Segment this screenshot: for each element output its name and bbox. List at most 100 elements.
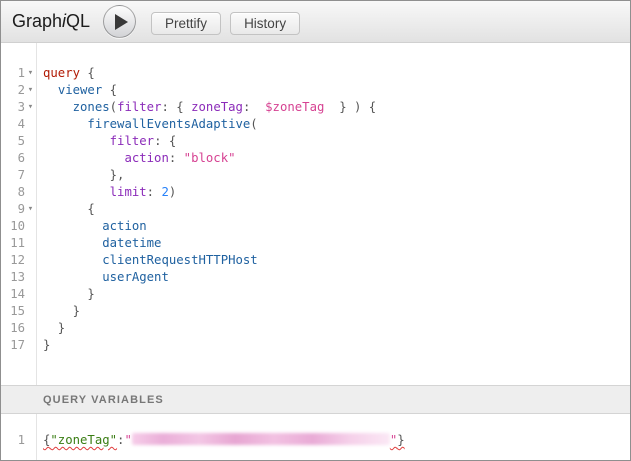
code-line: datetime <box>43 235 630 252</box>
code-line: }, <box>43 167 630 184</box>
code-token: userAgent <box>102 270 169 284</box>
gutter-line: 4 <box>1 116 36 133</box>
code-token: query <box>43 66 80 80</box>
code-line: query { <box>43 65 630 82</box>
gutter-line: 17 <box>1 337 36 354</box>
code-token: firewallEventsAdaptive <box>87 117 250 131</box>
code-token <box>43 83 58 97</box>
line-number: 4 <box>18 116 25 133</box>
code-line: viewer { <box>43 82 630 99</box>
code-line: action: "block" <box>43 150 630 167</box>
history-button[interactable]: History <box>230 12 300 35</box>
gutter-line: 12 <box>1 252 36 269</box>
line-number: 1 <box>18 432 25 449</box>
line-number: 5 <box>18 133 25 150</box>
line-number: 9 <box>18 201 25 218</box>
line-number: 13 <box>10 269 25 286</box>
line-number: 10 <box>10 218 25 235</box>
code-line: zones(filter: { zoneTag: $zoneTag } ) { <box>43 99 630 116</box>
code-token: action <box>102 219 146 233</box>
code-token: : <box>243 100 265 114</box>
logo-text-graph: Graph <box>12 11 62 31</box>
gutter-line: 10 <box>1 218 36 235</box>
line-number: 6 <box>18 150 25 167</box>
line-number: 1 <box>18 65 25 82</box>
line-number: 15 <box>10 303 25 320</box>
code-token <box>43 185 110 199</box>
gutter-line: 1 <box>1 432 36 449</box>
gutter-line: 6 <box>1 150 36 167</box>
code-line: } <box>43 320 630 337</box>
code-token: } ) { <box>324 100 376 114</box>
code-token: limit <box>110 185 147 199</box>
prettify-button[interactable]: Prettify <box>151 12 221 35</box>
code-token: : <box>169 151 184 165</box>
code-line: limit: 2) <box>43 184 630 201</box>
query-editor-gutter: 1▾2▾3▾456789▾1011121314151617 <box>1 43 37 385</box>
code-token: }, <box>43 168 124 182</box>
code-line: firewallEventsAdaptive( <box>43 116 630 133</box>
code-token: zoneTag <box>191 100 243 114</box>
code-token: ) <box>169 185 176 199</box>
gutter-line: 1▾ <box>1 65 36 82</box>
line-number: 3 <box>18 99 25 116</box>
code-line: } <box>43 303 630 320</box>
graphiql-logo: GraphiQL <box>12 11 90 32</box>
variables-editor: 1 {"zoneTag":""} <box>1 414 630 460</box>
gutter-line: 5 <box>1 133 36 150</box>
code-token: { <box>43 202 95 216</box>
code-token: datetime <box>102 236 161 250</box>
query-editor-input[interactable]: query { viewer { zones(filter: { zoneTag… <box>37 43 630 385</box>
line-number: 11 <box>10 235 25 252</box>
code-token <box>43 134 110 148</box>
query-editor: 1▾2▾3▾456789▾1011121314151617 query { vi… <box>1 43 630 385</box>
code-token: : { <box>154 134 176 148</box>
execute-button[interactable] <box>103 5 136 38</box>
code-token <box>43 236 102 250</box>
fold-arrow-icon[interactable]: ▾ <box>25 65 36 82</box>
code-token: viewer <box>58 83 102 97</box>
code-token: " <box>124 433 131 447</box>
line-number: 7 <box>18 167 25 184</box>
line-number: 17 <box>10 337 25 354</box>
fold-arrow-icon[interactable]: ▾ <box>25 201 36 218</box>
gutter-line: 11 <box>1 235 36 252</box>
gutter-line: 8 <box>1 184 36 201</box>
gutter-line: 7 <box>1 167 36 184</box>
code-line: { <box>43 201 630 218</box>
app-window: GraphiQL Prettify History 1▾2▾3▾456789▾1… <box>0 0 631 461</box>
code-token: clientRequestHTTPHost <box>102 253 257 267</box>
gutter-line: 2▾ <box>1 82 36 99</box>
code-token: zones <box>73 100 110 114</box>
code-token: ( <box>110 100 117 114</box>
code-line: clientRequestHTTPHost <box>43 252 630 269</box>
code-token: } <box>43 321 65 335</box>
variables-editor-gutter: 1 <box>1 414 37 460</box>
redacted-value <box>132 433 390 445</box>
code-line: userAgent <box>43 269 630 286</box>
code-token: { <box>102 83 117 97</box>
top-bar: GraphiQL Prettify History <box>1 1 630 43</box>
gutter-line: 16 <box>1 320 36 337</box>
code-token <box>43 253 102 267</box>
gutter-line: 3▾ <box>1 99 36 116</box>
code-token <box>43 117 87 131</box>
code-token <box>43 151 124 165</box>
variables-title-bar[interactable]: QUERY VARIABLES <box>1 385 630 414</box>
variables-editor-input[interactable]: {"zoneTag":""} <box>37 414 630 460</box>
fold-arrow-icon[interactable]: ▾ <box>25 82 36 99</box>
gutter-line: 14 <box>1 286 36 303</box>
code-token: { <box>80 66 95 80</box>
fold-arrow-icon[interactable]: ▾ <box>25 99 36 116</box>
code-line: } <box>43 286 630 303</box>
gutter-line: 9▾ <box>1 201 36 218</box>
code-token: "zoneTag" <box>50 433 117 447</box>
line-number: 14 <box>10 286 25 303</box>
code-token <box>43 100 73 114</box>
logo-text-ql: QL <box>66 11 90 31</box>
gutter-line: 13 <box>1 269 36 286</box>
code-line: {"zoneTag":""} <box>43 432 630 449</box>
play-icon <box>115 14 128 30</box>
code-line: } <box>43 337 630 354</box>
code-token: } <box>43 338 50 352</box>
